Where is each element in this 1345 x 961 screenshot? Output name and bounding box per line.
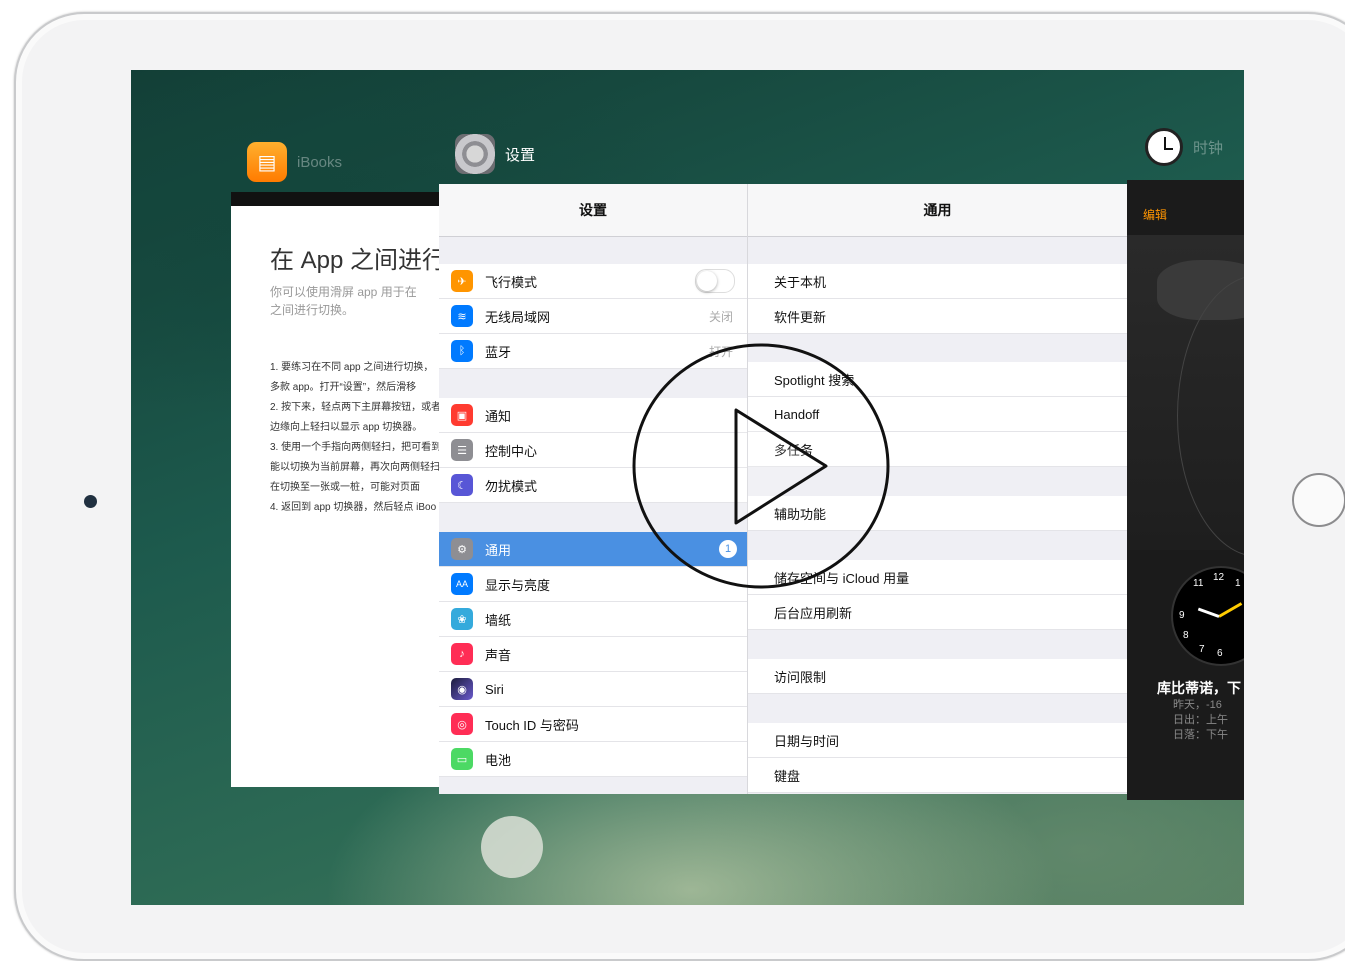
settings-row-battery[interactable]: ▭ 电池 xyxy=(439,742,747,777)
clock-detail-line: 日出：上午 xyxy=(1173,714,1228,726)
settings-row-value: 关闭 xyxy=(708,309,733,324)
notification-icon: ▣ xyxy=(451,404,473,426)
clock-numeral: 12 xyxy=(1213,572,1225,583)
settings-nav-title: 设置 xyxy=(439,184,747,237)
clock-numeral: 1 xyxy=(1235,578,1241,589)
clock-edit-button[interactable]: 编辑 xyxy=(1143,206,1167,223)
settings-row-label: 无线局域网 xyxy=(485,309,551,325)
settings-row-sounds[interactable]: ♪ 声音 xyxy=(439,637,747,672)
clock-city-name: 库比蒂诺，下 xyxy=(1157,680,1241,696)
world-clock-face: 12 11 1 9 8 7 6 xyxy=(1171,566,1244,666)
control-center-icon: ☰ xyxy=(451,439,473,461)
settings-row-siri[interactable]: ◉ Siri xyxy=(439,672,747,707)
clock-numeral: 11 xyxy=(1193,578,1204,589)
clock-app-name: 时钟 xyxy=(1193,139,1224,157)
home-touch-indicator xyxy=(481,816,543,878)
detail-row-restrictions[interactable]: 访问限制 xyxy=(748,659,1127,694)
detail-nav-title: 通用 xyxy=(748,184,1127,237)
wifi-icon: ≋ xyxy=(451,305,473,327)
settings-row-wallpaper[interactable]: ❀ 墙纸 xyxy=(439,602,747,637)
clock-numeral: 8 xyxy=(1183,630,1189,641)
clock-numeral: 9 xyxy=(1179,610,1185,621)
settings-row-touch-id[interactable]: ◎ Touch ID 与密码 xyxy=(439,707,747,742)
settings-app-name: 设置 xyxy=(505,146,536,164)
ibooks-app-name: iBooks xyxy=(297,153,343,171)
settings-row-label: 墙纸 xyxy=(485,612,512,628)
clock-detail-line: 昨天，-16 xyxy=(1173,699,1222,711)
detail-row-about[interactable]: 关于本机 xyxy=(748,264,1127,299)
settings-row-label: Touch ID 与密码 xyxy=(485,717,579,733)
settings-row-label: 飞行模式 xyxy=(485,274,538,290)
clock-icon xyxy=(1145,128,1183,166)
clock-minute-hand xyxy=(1197,607,1220,618)
settings-row-label: 声音 xyxy=(485,647,512,663)
bluetooth-icon: ᛒ xyxy=(451,340,473,362)
clock-hour-hand xyxy=(1218,602,1243,618)
airplane-toggle[interactable] xyxy=(695,269,735,293)
settings-row-label: 电池 xyxy=(485,752,512,768)
play-triangle-icon xyxy=(734,408,828,525)
airplane-icon: ✈ xyxy=(451,270,473,292)
wallpaper-icon: ❀ xyxy=(451,608,473,630)
clock-app-card[interactable]: 编辑 12 11 1 9 8 7 6 库比蒂诺，下 昨天，-16 日出：上午 日… xyxy=(1127,180,1244,800)
video-play-button[interactable] xyxy=(630,340,892,592)
world-map xyxy=(1127,235,1244,557)
home-button[interactable] xyxy=(1292,473,1345,527)
moon-icon: ☾ xyxy=(451,474,473,496)
settings-app-header[interactable]: 设置 xyxy=(455,134,535,174)
detail-row-background-refresh[interactable]: 后台应用刷新 xyxy=(748,595,1127,630)
settings-row-wifi[interactable]: ≋ 无线局域网 关闭 xyxy=(439,299,747,334)
fingerprint-icon: ◎ xyxy=(451,713,473,735)
settings-row-label: Siri xyxy=(485,681,504,697)
battery-icon: ▭ xyxy=(451,748,473,770)
clock-app-header[interactable]: 时钟 xyxy=(1145,128,1223,166)
detail-row-keyboard[interactable]: 键盘 xyxy=(748,758,1127,793)
clock-detail-line: 日落：下午 xyxy=(1173,729,1228,741)
detail-row-date-time[interactable]: 日期与时间 xyxy=(748,723,1127,758)
clock-city-details: 昨天，-16 日出：上午 日落：下午 xyxy=(1173,698,1228,743)
clock-numeral: 6 xyxy=(1217,648,1223,659)
ibooks-app-header[interactable]: ▤ iBooks xyxy=(247,142,342,182)
detail-row-software-update[interactable]: 软件更新 xyxy=(748,299,1127,334)
front-camera xyxy=(84,495,97,508)
brightness-icon: AA xyxy=(451,573,473,595)
ibooks-icon: ▤ xyxy=(247,142,287,182)
gear-icon: ⚙ xyxy=(451,538,473,560)
settings-row-airplane[interactable]: ✈ 飞行模式 xyxy=(439,264,747,299)
sound-icon: ♪ xyxy=(451,643,473,665)
siri-icon: ◉ xyxy=(451,678,473,700)
clock-numeral: 7 xyxy=(1199,644,1205,655)
settings-gear-icon xyxy=(455,134,495,174)
